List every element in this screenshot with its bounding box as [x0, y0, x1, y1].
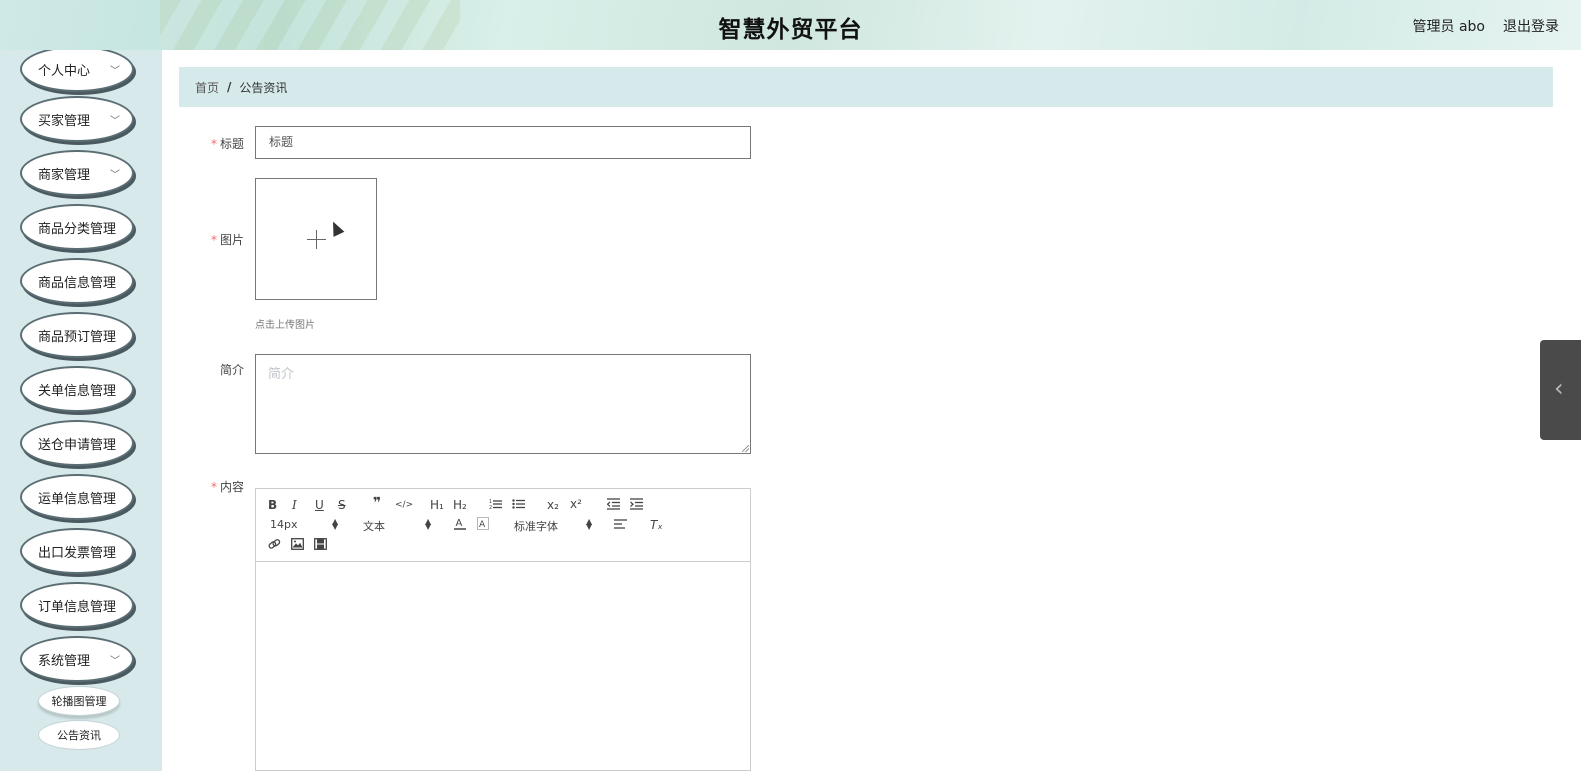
sidebar-item-label: 商品分类管理 [38, 221, 117, 237]
sidebar: 个人中心 ﹀ 买家管理 ﹀ 商家管理 ﹀ 商品分类管理 商品信息管理 商品预订管… [0, 50, 162, 771]
sidebar-item-label: 出口发票管理 [38, 545, 117, 561]
sidebar-item-label: 商家管理 [38, 167, 91, 183]
chevron-left-icon: ‹ [1554, 374, 1564, 402]
sidebar-item-label: 系统管理 [38, 653, 91, 669]
sidebar-item-warehouse-request[interactable]: 送仓申请管理 [20, 420, 134, 466]
title-input[interactable]: 标题 [255, 126, 751, 159]
sidebar-item-label: 个人中心 [38, 63, 91, 79]
sidebar-item-personal-center[interactable]: 个人中心 ﹀ [20, 50, 134, 92]
editor-content-area[interactable] [256, 562, 750, 770]
background-color-icon[interactable]: A [477, 517, 489, 530]
clean-format-button[interactable]: Tₓ [650, 518, 663, 532]
sidebar-item-order-management[interactable]: 订单信息管理 [20, 582, 134, 628]
intro-label: 简介 [219, 363, 244, 377]
title-label: * 标题 [210, 137, 244, 151]
resize-grip-icon[interactable] [742, 445, 749, 452]
sidebar-subitem-announcements[interactable]: 公告资讯 [38, 720, 120, 750]
editor-toolbar: B I U S ❞ </> H₁ H₂ 12 x₂ x² 14px ▲ ▼ 文本… [256, 489, 750, 562]
bullet-list-icon[interactable] [512, 498, 525, 510]
select-arrows-icon: ▲ ▼ [586, 517, 593, 531]
required-mark: * [210, 137, 217, 151]
chevron-down-icon: ﹀ [110, 170, 120, 181]
sidebar-subitem-carousel[interactable]: 轮播图管理 [38, 686, 120, 716]
code-block-button[interactable]: </> [395, 498, 413, 512]
superscript-button[interactable]: x² [570, 497, 582, 511]
plus-icon [316, 230, 317, 249]
italic-button[interactable]: I [292, 498, 297, 512]
sidebar-item-system-management[interactable]: 系统管理 ﹀ [20, 636, 134, 682]
current-user: 管理员 abo [1412, 19, 1485, 35]
breadcrumb: 首页 / 公告资讯 [179, 67, 1553, 107]
sidebar-item-reservation-management[interactable]: 商品预订管理 [20, 312, 134, 358]
ordered-list-icon[interactable]: 12 [489, 498, 502, 510]
content-label: * 内容 [210, 480, 244, 494]
image-upload-box[interactable] [255, 178, 377, 300]
sidebar-item-product-management[interactable]: 商品信息管理 [20, 258, 134, 304]
video-icon[interactable] [314, 538, 327, 550]
required-mark: * [210, 233, 217, 247]
sidebar-item-waybill-management[interactable]: 运单信息管理 [20, 474, 134, 520]
breadcrumb-separator: / [227, 80, 232, 94]
bold-button[interactable]: B [268, 498, 277, 512]
select-arrows-icon: ▲ ▼ [425, 517, 432, 531]
font-size-select[interactable]: 14px ▲ ▼ [270, 517, 340, 532]
sidebar-item-label: 商品信息管理 [38, 275, 117, 291]
upload-hint: 点击上传图片 [255, 320, 315, 331]
sidebar-item-category-management[interactable]: 商品分类管理 [20, 204, 134, 250]
blockquote-button[interactable]: ❞ [373, 496, 381, 510]
svg-text:A: A [456, 518, 463, 529]
sidebar-item-buyer-management[interactable]: 买家管理 ﹀ [20, 96, 134, 142]
heading2-button[interactable]: H₂ [453, 498, 467, 512]
rich-text-editor: B I U S ❞ </> H₁ H₂ 12 x₂ x² 14px ▲ ▼ 文本… [255, 488, 751, 771]
chevron-down-icon: ﹀ [110, 66, 120, 77]
app-title: 智慧外贸平台 [718, 17, 863, 43]
indent-icon[interactable] [630, 498, 643, 510]
svg-text:2: 2 [489, 505, 492, 510]
sidebar-item-label: 送仓申请管理 [38, 437, 117, 453]
sidebar-item-label: 关单信息管理 [38, 383, 117, 399]
sidebar-item-merchant-management[interactable]: 商家管理 ﹀ [20, 150, 134, 196]
align-icon[interactable] [614, 518, 627, 530]
font-family-select[interactable]: 标准字体 ▲ ▼ [514, 518, 594, 534]
strike-button[interactable]: S [338, 498, 346, 512]
logout-button[interactable]: 退出登录 [1503, 16, 1559, 36]
heading1-button[interactable]: H₁ [430, 498, 444, 512]
breadcrumb-home[interactable]: 首页 [195, 79, 219, 96]
sidebar-item-label: 运单信息管理 [38, 491, 117, 507]
chevron-down-icon: ﹀ [110, 116, 120, 127]
sidebar-item-label: 商品预订管理 [38, 329, 117, 345]
image-icon[interactable] [291, 538, 304, 550]
sidebar-item-customs-management[interactable]: 关单信息管理 [20, 366, 134, 412]
header-select[interactable]: 文本 ▲ ▼ [363, 518, 433, 534]
subscript-button[interactable]: x₂ [547, 498, 559, 512]
side-panel-toggle[interactable]: ‹ [1540, 340, 1581, 440]
intro-placeholder: 简介 [268, 367, 295, 382]
top-header: 智慧外贸平台 管理员 abo 退出登录 [0, 0, 1581, 50]
underline-button[interactable]: U [315, 498, 324, 512]
sidebar-item-invoice-management[interactable]: 出口发票管理 [20, 528, 134, 574]
link-icon[interactable] [268, 538, 281, 551]
outdent-icon[interactable] [607, 498, 620, 510]
required-mark: * [210, 480, 217, 494]
chevron-down-icon: ﹀ [110, 656, 120, 667]
svg-text:A: A [479, 520, 486, 530]
breadcrumb-current: 公告资讯 [239, 80, 288, 95]
select-arrows-icon: ▲ ▼ [332, 517, 339, 531]
sidebar-item-label: 买家管理 [38, 113, 91, 129]
sidebar-item-label: 订单信息管理 [38, 599, 117, 615]
font-color-icon[interactable]: A [454, 517, 466, 530]
intro-textarea[interactable]: 简介 [255, 354, 751, 454]
image-label: * 图片 [210, 233, 244, 247]
